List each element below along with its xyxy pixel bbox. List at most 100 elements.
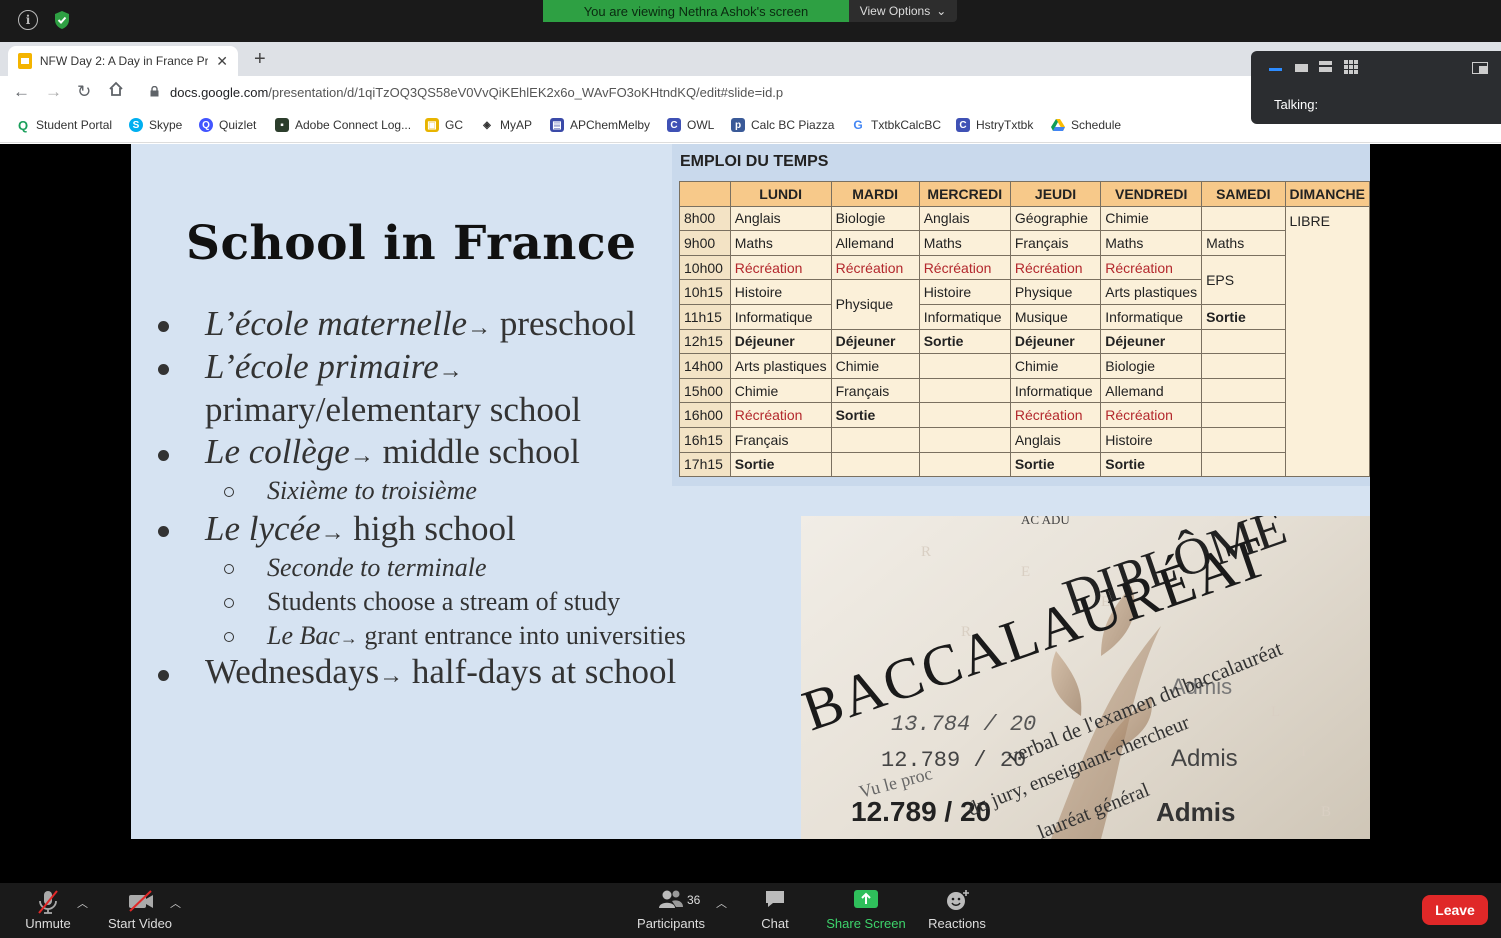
bookmark-item[interactable]: ▪ Adobe Connect Log... [275, 118, 411, 132]
table-cell: Déjeuner [729, 328, 832, 355]
participants-label: Participants [637, 916, 705, 931]
header-cell: JEUDI [1009, 181, 1102, 207]
caret-up-icon[interactable]: ︿ [77, 895, 88, 911]
shield-check-icon[interactable] [52, 10, 72, 30]
bullet-dot [158, 450, 169, 461]
bookmark-item[interactable]: C HstryTxtbk [956, 118, 1033, 132]
timetable-image: EMPLOI DU TEMPS LUNDI MARDI MERCREDI JEU… [672, 144, 1370, 486]
table-cell [918, 353, 1011, 379]
table-cell: Déjeuner [830, 328, 920, 355]
unmute-label: Unmute [25, 916, 71, 931]
table-row: 12h15 Déjeuner Déjeuner Sortie Déjeuner … [679, 328, 1370, 355]
address-bar[interactable]: docs.google.com/presentation/d/1qiTzOQ3Q… [170, 85, 783, 100]
table-row: 17h15 Sortie Sortie Sortie [679, 451, 1370, 478]
start-video-button[interactable]: Start Video [100, 883, 180, 938]
table-cell [830, 451, 920, 478]
caret-up-icon[interactable]: ︿ [170, 895, 181, 911]
forward-icon[interactable]: → [45, 82, 62, 102]
student-portal-icon: Q [16, 117, 30, 133]
back-icon[interactable]: ← [13, 82, 30, 102]
table-cell: Sortie [830, 402, 920, 428]
table-cell: Déjeuner [1100, 328, 1203, 355]
bookmark-item[interactable]: C OWL [667, 118, 714, 132]
info-icon[interactable]: i [18, 10, 38, 30]
home-icon[interactable] [108, 81, 124, 102]
table-row: 14h00 Arts plastiques Chimie Chimie Biol… [679, 353, 1370, 379]
header-cell: DIMANCHE [1284, 181, 1370, 207]
table-cell: Géographie [1009, 205, 1102, 232]
bullet-primaire-translation: primary/elementary school [205, 390, 582, 429]
diploma-score: 13.784 / 20 [891, 712, 1036, 737]
new-tab-icon[interactable]: + [254, 48, 266, 71]
bullet-college: Le collège→ middle school [205, 432, 580, 471]
diploma-admis: Admis [1171, 745, 1238, 772]
table-cell: Récréation [830, 254, 920, 281]
sub-bullet-ring [224, 632, 234, 642]
lock-icon[interactable] [150, 86, 159, 97]
table-cell: Récréation [918, 254, 1011, 281]
time-cell: 16h00 [679, 402, 731, 428]
thumbnail-view-icon[interactable] [1295, 64, 1308, 72]
share-screen-button[interactable]: Share Screen [822, 883, 910, 938]
table-cell [918, 426, 1011, 453]
bullet-lycee: Le lycée→ high school [205, 509, 516, 548]
svg-text:E: E [1021, 564, 1030, 580]
bookmark-label: Calc BC Piazza [751, 118, 835, 132]
diploma-heading-baccalaureat: BACCALAURÉAT [801, 523, 1277, 743]
diploma-admis: Admis [1156, 797, 1235, 827]
table-row: 16h00 Récréation Sortie Récréation Récré… [679, 402, 1370, 428]
sub-bullet-stream: Students choose a stream of study [267, 587, 621, 616]
table-cell [1201, 451, 1286, 478]
pop-out-icon[interactable] [1472, 61, 1488, 79]
table-cell [1201, 426, 1286, 453]
table-cell: Récréation [1009, 254, 1102, 281]
table-cell: Récréation [1100, 402, 1203, 428]
table-cell: Informatique [1100, 303, 1203, 330]
table-cell: Arts plastiques [729, 353, 832, 379]
caret-up-icon[interactable]: ︿ [716, 895, 727, 911]
view-options-button[interactable]: View Options ⌄ [849, 0, 957, 22]
apchem-icon: ▤ [550, 118, 564, 132]
bookmark-item[interactable]: Q Student Portal [16, 117, 113, 133]
timetable: LUNDI MARDI MERCREDI JEUDI VENDREDI SAME… [679, 181, 1370, 478]
leave-button[interactable]: Leave [1422, 895, 1488, 925]
header-cell: SAMEDI [1201, 181, 1286, 207]
bookmark-label: OWL [687, 118, 715, 132]
classroom-icon: ▣ [425, 118, 439, 132]
reload-icon[interactable]: ↻ [77, 82, 91, 102]
bookmark-item[interactable]: ▣ GC [425, 118, 463, 132]
bookmark-item[interactable]: Q Quizlet [199, 118, 256, 132]
minimize-icon[interactable] [1269, 68, 1282, 71]
time-cell: 10h15 [679, 279, 731, 305]
table-cell: Allemand [1100, 377, 1203, 404]
bookmark-item[interactable]: ◈ MyAP [480, 118, 532, 132]
bookmark-item[interactable]: ▤ APChemMelby [550, 118, 650, 132]
speaker-view-icon[interactable] [1319, 60, 1332, 78]
table-row: 16h15 Français Anglais Histoire [679, 426, 1370, 453]
table-cell [1201, 205, 1286, 232]
participants-button[interactable]: 36 Participants [630, 883, 712, 938]
chat-button[interactable]: Chat [750, 883, 800, 938]
reactions-button[interactable]: Reactions [922, 883, 992, 938]
bookmark-item[interactable]: S Skype [129, 118, 182, 132]
google-slides-icon [18, 53, 32, 69]
table-cell [918, 377, 1011, 404]
time-cell: 15h00 [679, 377, 731, 404]
viewing-screen-banner: You are viewing Nethra Ashok's screen [543, 0, 849, 22]
close-icon[interactable]: ✕ [216, 53, 228, 70]
bookmark-label: HstryTxtbk [976, 118, 1034, 132]
gallery-view-icon[interactable] [1344, 60, 1358, 79]
table-cell: Chimie [1009, 353, 1102, 379]
unmute-button[interactable]: Unmute [18, 883, 78, 938]
table-cell: Déjeuner [1009, 328, 1102, 355]
svg-text:L: L [1271, 704, 1280, 720]
bookmark-item[interactable]: Schedule [1051, 118, 1121, 132]
bookmark-label: Student Portal [36, 118, 113, 132]
table-cell: Chimie [729, 377, 832, 404]
bookmark-item[interactable]: p Calc BC Piazza [731, 118, 834, 132]
table-cell: EPS [1201, 254, 1286, 305]
table-cell: Français [1009, 230, 1102, 256]
bookmark-item[interactable]: G TxtbkCalcBC [851, 118, 941, 132]
browser-tab[interactable]: NFW Day 2: A Day in France Pres ✕ [8, 46, 238, 76]
sub-bullet-ring [224, 598, 234, 608]
